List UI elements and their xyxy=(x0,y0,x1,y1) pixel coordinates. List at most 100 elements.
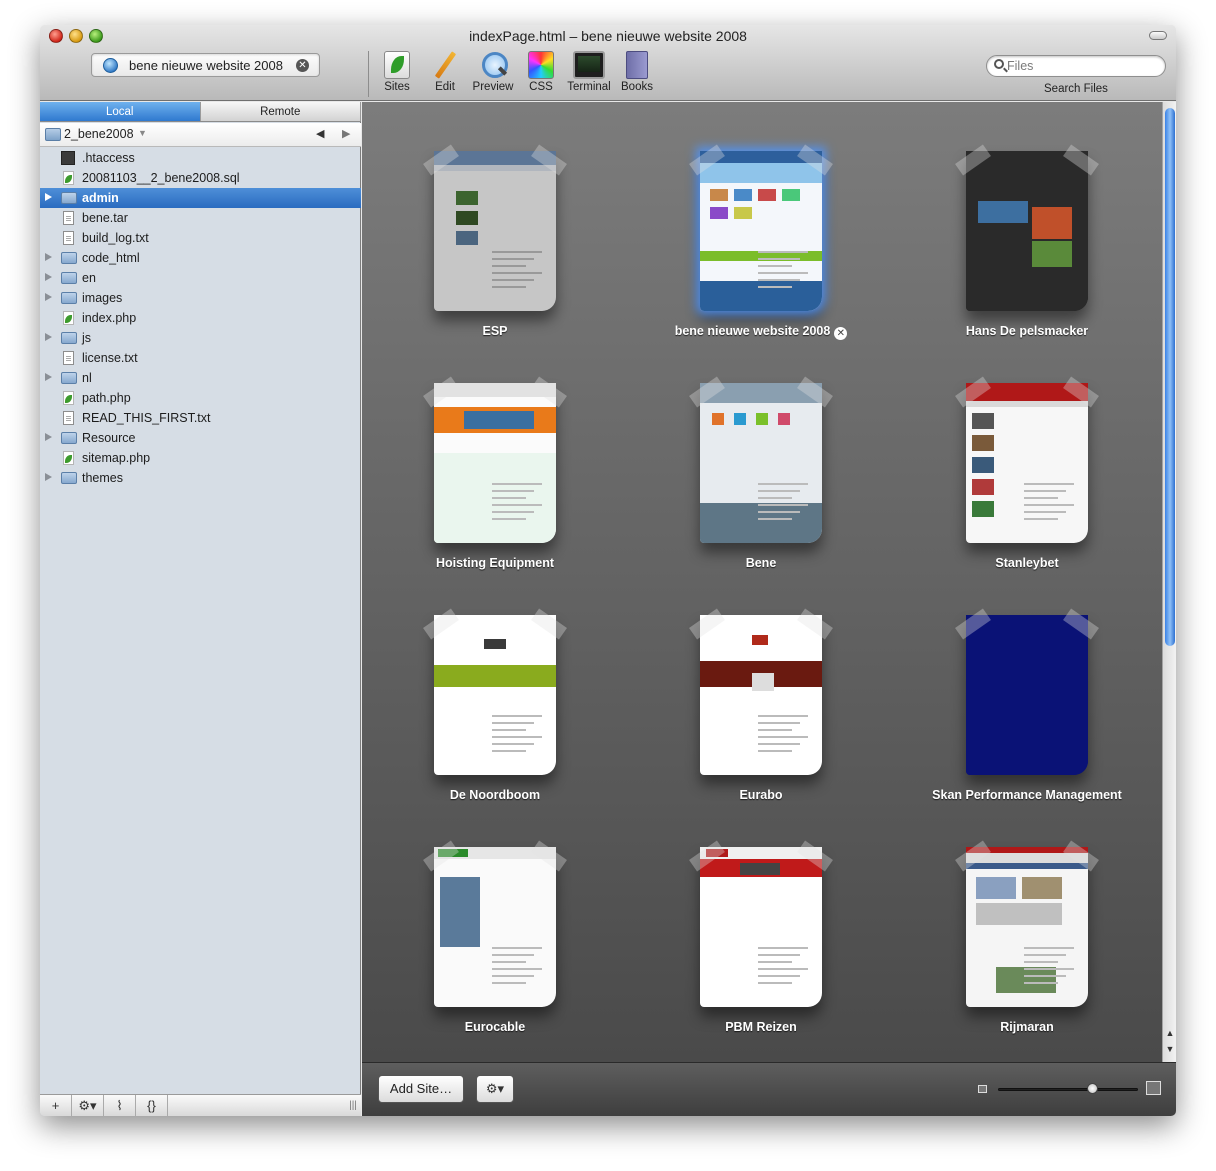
file-name: license.txt xyxy=(82,351,138,365)
scroll-down-arrow-icon[interactable]: ▼ xyxy=(1163,1044,1176,1060)
add-file-button[interactable]: + xyxy=(40,1095,72,1116)
file-row[interactable]: images xyxy=(40,288,361,308)
back-arrow-icon[interactable]: ◀ xyxy=(316,127,324,140)
file-row[interactable]: sitemap.php xyxy=(40,448,361,468)
file-name: .htaccess xyxy=(82,151,135,165)
preview-button[interactable]: Preview xyxy=(469,50,517,98)
vertical-scrollbar[interactable]: ▲ ▼ xyxy=(1162,102,1176,1062)
text-file-icon xyxy=(63,231,74,245)
zoom-slider-knob[interactable] xyxy=(1087,1083,1098,1094)
file-name: Resource xyxy=(82,431,136,445)
file-name: READ_THIS_FIRST.txt xyxy=(82,411,211,425)
gear-menu-button[interactable]: ⚙▾ xyxy=(476,1075,514,1103)
site-name: Hoisting Equipment xyxy=(362,556,628,570)
file-row[interactable]: bene.tar xyxy=(40,208,361,228)
folder-icon xyxy=(61,372,77,384)
disclosure-triangle-icon[interactable] xyxy=(45,193,52,201)
site-tile[interactable]: Eurabo xyxy=(628,587,894,819)
site-name: PBM Reizen xyxy=(628,1020,894,1034)
site-tile[interactable]: Hans De pelsmacker xyxy=(894,123,1160,355)
file-row[interactable]: admin xyxy=(40,188,361,208)
file-list: .htaccess 20081103__2_bene2008.sql admin be… xyxy=(40,148,361,488)
site-name-text: De Noordboom xyxy=(449,788,541,802)
file-row[interactable]: path.php xyxy=(40,388,361,408)
site-tile[interactable]: Bene xyxy=(628,355,894,587)
site-tile[interactable]: ESP xyxy=(362,123,628,355)
gear-menu-button[interactable]: ⚙▾ xyxy=(72,1095,104,1116)
site-tile[interactable]: Rijmaran xyxy=(894,819,1160,1051)
css-button[interactable]: CSS xyxy=(517,50,565,98)
disclosure-triangle-icon[interactable] xyxy=(45,333,52,341)
folder-icon xyxy=(61,272,77,284)
globe-icon xyxy=(103,58,118,73)
path-popup[interactable]: 2_bene2008 xyxy=(64,127,134,141)
site-thumbnail xyxy=(700,615,822,775)
edit-button[interactable]: Edit xyxy=(421,50,469,98)
close-site-icon[interactable]: ✕ xyxy=(296,59,309,72)
site-thumbnail xyxy=(966,383,1088,543)
site-name: Bene xyxy=(628,556,894,570)
site-tile[interactable]: Stanleybet xyxy=(894,355,1160,587)
file-row[interactable]: code_html xyxy=(40,248,361,268)
sites-button[interactable]: Sites xyxy=(373,50,421,98)
scroll-thumb[interactable] xyxy=(1165,108,1175,646)
tab-local[interactable]: Local xyxy=(40,102,201,121)
site-tile[interactable]: bene nieuwe website 2008 ✕ xyxy=(628,123,894,355)
file-sidebar: Local Remote 2_bene2008 ▼ ◀ ▶ .htaccess 2… xyxy=(40,102,361,1116)
terminal-label: Terminal xyxy=(567,81,611,93)
file-row[interactable]: READ_THIS_FIRST.txt xyxy=(40,408,361,428)
site-name: Eurabo xyxy=(628,788,894,802)
toolbar-toggle-button[interactable] xyxy=(1149,31,1167,40)
forward-arrow-icon[interactable]: ▶ xyxy=(342,127,350,140)
scroll-up-arrow-icon[interactable]: ▲ xyxy=(1163,1028,1176,1044)
site-name: Skan Performance Management xyxy=(894,788,1160,802)
file-row[interactable]: license.txt xyxy=(40,348,361,368)
disclosure-triangle-icon[interactable] xyxy=(45,473,52,481)
terminal-button[interactable]: Terminal xyxy=(565,50,613,98)
file-row[interactable]: Resource xyxy=(40,428,361,448)
search-icon xyxy=(994,59,1004,69)
site-tile[interactable]: PBM Reizen xyxy=(628,819,894,1051)
disclosure-triangle-icon[interactable] xyxy=(45,373,52,381)
tab-remote[interactable]: Remote xyxy=(200,102,361,121)
text-file-icon xyxy=(63,411,74,425)
disclosure-triangle-icon[interactable] xyxy=(45,273,52,281)
site-tile[interactable]: De Noordboom xyxy=(362,587,628,819)
site-tile[interactable]: Skan Performance Management xyxy=(894,587,1160,819)
search-files-label: Search Files xyxy=(1044,83,1108,95)
file-row[interactable]: themes xyxy=(40,468,361,488)
close-site-icon[interactable]: ✕ xyxy=(834,327,848,340)
books-label: Books xyxy=(621,81,653,93)
hidden-file-icon xyxy=(61,151,75,165)
app-window: indexPage.html – bene nieuwe website 200… xyxy=(40,25,1176,1116)
text-file-icon xyxy=(63,351,74,365)
file-row[interactable]: build_log.txt xyxy=(40,228,361,248)
site-tile[interactable]: Hoisting Equipment xyxy=(362,355,628,587)
site-selector[interactable]: bene nieuwe website 2008 ✕ xyxy=(91,53,320,77)
chevron-down-icon[interactable]: ▼ xyxy=(138,128,147,138)
search-input[interactable] xyxy=(1007,58,1157,74)
braces-button[interactable]: {} xyxy=(136,1095,168,1116)
books-button[interactable]: Books xyxy=(613,50,661,98)
site-thumbnail xyxy=(434,847,556,1007)
magnifier-icon xyxy=(480,51,508,79)
site-thumbnail xyxy=(434,383,556,543)
file-row[interactable]: nl xyxy=(40,368,361,388)
resize-grip[interactable]: ||| xyxy=(345,1095,361,1116)
file-row[interactable]: 20081103__2_bene2008.sql xyxy=(40,168,361,188)
disclosure-triangle-icon[interactable] xyxy=(45,433,52,441)
file-row[interactable]: en xyxy=(40,268,361,288)
search-files-field[interactable] xyxy=(986,55,1166,77)
disclosure-triangle-icon[interactable] xyxy=(45,293,52,301)
disclosure-triangle-icon[interactable] xyxy=(45,253,52,261)
file-row[interactable]: js xyxy=(40,328,361,348)
site-tile[interactable]: Eurocable xyxy=(362,819,628,1051)
zoom-slider[interactable] xyxy=(998,1088,1138,1091)
toolbar-divider xyxy=(368,51,369,97)
add-site-button[interactable]: Add Site… xyxy=(378,1075,464,1103)
file-row[interactable]: index.php xyxy=(40,308,361,328)
file-row[interactable]: .htaccess xyxy=(40,148,361,168)
rss-button[interactable]: ⌇ xyxy=(104,1095,136,1116)
site-selector-label: bene nieuwe website 2008 xyxy=(129,58,283,73)
site-name-text: Eurabo xyxy=(739,788,783,802)
